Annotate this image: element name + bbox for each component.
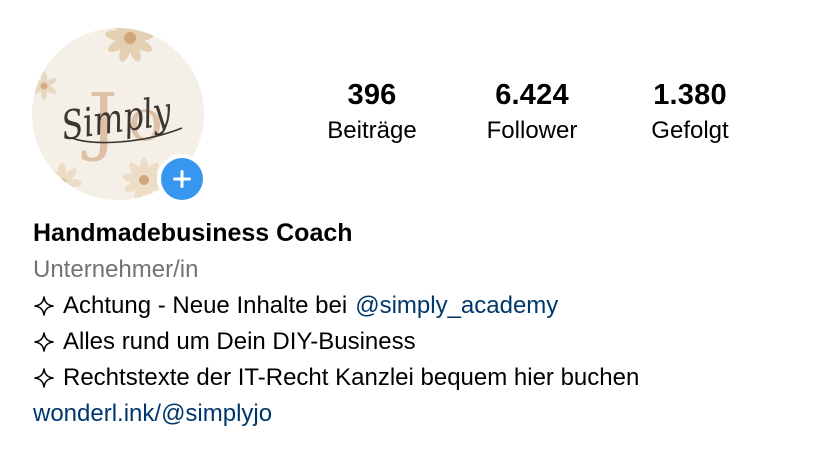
bio-line: Achtung - Neue Inhalte bei @simply_acade… (33, 288, 813, 324)
bio-line: Alles rund um Dein DIY-Business (33, 324, 813, 360)
followers-stat[interactable]: 6.424 Follower (450, 78, 614, 148)
bio-website-link[interactable]: wonderl.ink/@simplyjo (33, 396, 272, 432)
followers-count: 6.424 (495, 79, 569, 111)
add-story-button[interactable] (157, 154, 207, 204)
add-story-badge (161, 158, 203, 200)
posts-label: Beiträge (327, 117, 417, 144)
posts-stat[interactable]: 396 Beiträge (290, 78, 454, 148)
profile-avatar-container[interactable]: J o Simply (32, 28, 207, 204)
posts-count: 396 (347, 79, 397, 111)
bio-line-text: Rechtstexte der IT-Recht Kanzlei bequem … (63, 364, 640, 391)
profile-category: Unternehmer/in (33, 256, 199, 283)
bio-link-line: wonderl.ink/@simplyjo (33, 396, 813, 432)
following-count: 1.380 (653, 79, 727, 111)
bio-line-text: Alles rund um Dein DIY-Business (63, 328, 416, 355)
bio-line-text: Achtung - Neue Inhalte bei (63, 292, 348, 319)
sparkle-icon (34, 332, 54, 352)
profile-bio: Handmadebusiness Coach Unternehmer/in Ac… (33, 214, 813, 432)
profile-stats: 396 Beiträge 6.424 Follower 1.380 Gefolg… (290, 78, 780, 158)
profile-name: Handmadebusiness Coach (33, 219, 353, 247)
bio-line: Rechtstexte der IT-Recht Kanzlei bequem … (33, 360, 813, 396)
followers-label: Follower (486, 117, 578, 144)
profile-page: J o Simply 396 Beiträge 6.424 Follower 1… (0, 0, 828, 451)
sparkle-icon (34, 368, 54, 388)
mention-link[interactable]: @simply_academy (355, 288, 558, 324)
following-label: Gefolgt (651, 117, 729, 144)
following-stat[interactable]: 1.380 Gefolgt (608, 78, 772, 148)
sparkle-icon (34, 296, 54, 316)
plus-icon (173, 170, 191, 188)
